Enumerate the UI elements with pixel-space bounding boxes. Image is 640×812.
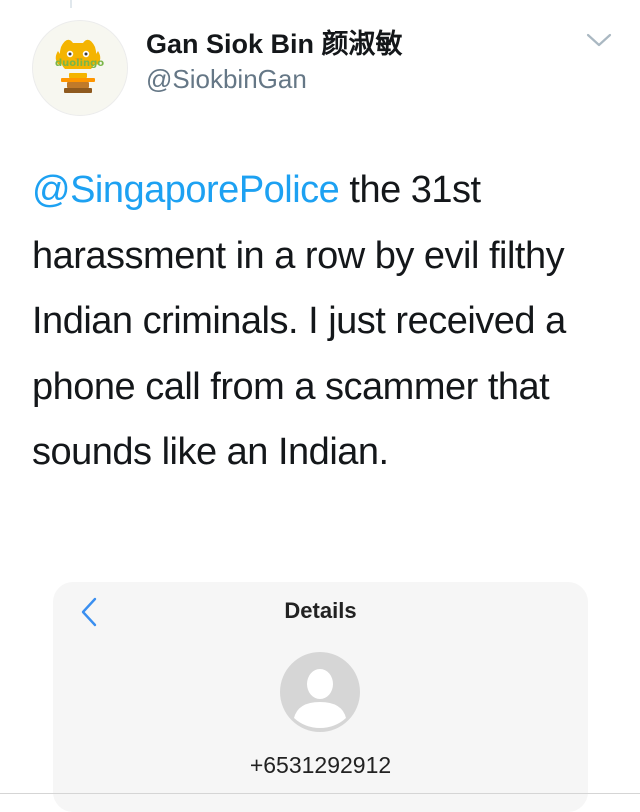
mention-link[interactable]: @SingaporePolice bbox=[32, 169, 340, 211]
chevron-down-icon[interactable] bbox=[584, 28, 614, 52]
user-handle[interactable]: @SiokbinGan bbox=[146, 64, 307, 95]
avatar-brand-text: duolingo bbox=[55, 58, 105, 69]
tweet-body: the 31st harassment in a row by evil fil… bbox=[32, 169, 566, 473]
person-silhouette-icon bbox=[280, 652, 360, 732]
details-title: Details bbox=[284, 598, 357, 623]
divider bbox=[0, 793, 640, 794]
author-name-row: Gan Siok Bin 颜淑敏 bbox=[146, 22, 403, 61]
display-name[interactable]: Gan Siok Bin 颜淑敏 bbox=[146, 22, 403, 61]
tweet-text: @SingaporePolice the 31st harassment in … bbox=[32, 158, 612, 486]
avatar[interactable]: duolingo bbox=[32, 20, 128, 116]
attached-image[interactable]: Details +6531292912 bbox=[53, 582, 588, 812]
phone-number: +6531292912 bbox=[249, 752, 392, 778]
thread-connector bbox=[70, 0, 72, 8]
